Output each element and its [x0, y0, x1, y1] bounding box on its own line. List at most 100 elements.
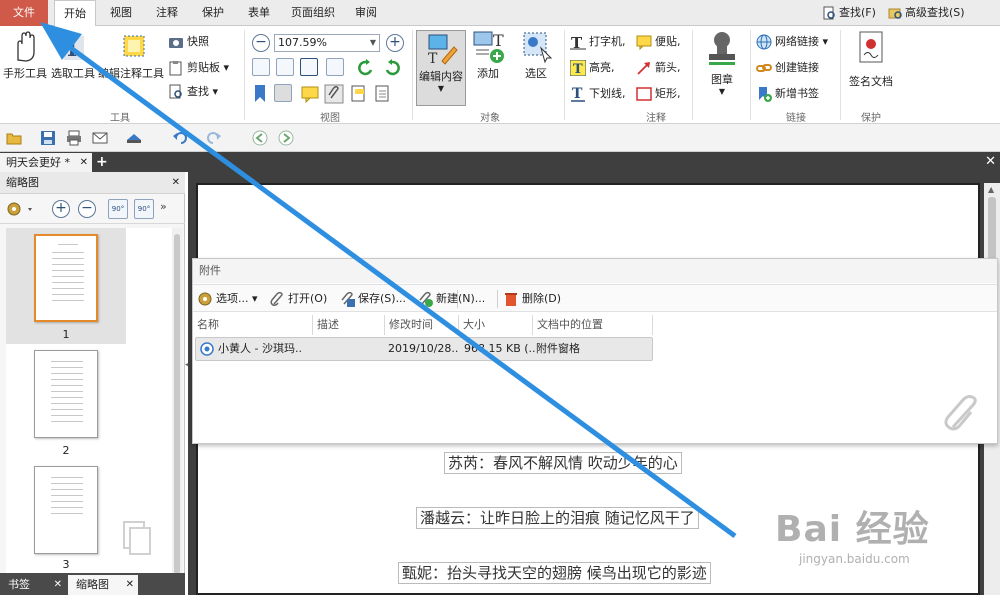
clipboard-button[interactable]: 剪贴板 ▾ [168, 58, 229, 78]
bookmarks-tab[interactable]: 书签 ✕ [0, 575, 66, 595]
page-thumbnail-1[interactable] [34, 234, 98, 322]
tab-home[interactable]: 开始 [54, 0, 96, 27]
advanced-find-button[interactable]: 高级查找(S) [888, 4, 965, 20]
page-thumbnail-2[interactable] [34, 350, 98, 438]
open-folder-icon[interactable] [6, 130, 22, 146]
save-attachment-button[interactable]: 保存(S)... [339, 285, 406, 313]
scrollbar-thumb[interactable] [988, 197, 996, 261]
zoom-in-button[interactable]: + [386, 34, 404, 52]
sticky-note-button[interactable]: 便贴, [636, 32, 681, 52]
rectangle-button[interactable]: 矩形, [636, 84, 681, 104]
pages-panel-button[interactable] [274, 84, 292, 102]
typewriter-label: 打字机 [589, 35, 622, 48]
properties-icon[interactable] [374, 84, 392, 104]
highlight-button[interactable]: T 高亮, [570, 58, 615, 78]
tab-view[interactable]: 视图 [102, 0, 140, 26]
zoom-out-button[interactable]: − [252, 34, 270, 52]
attachment-panel-icon[interactable] [324, 84, 344, 104]
save-icon[interactable] [40, 130, 56, 146]
snapshot-label: 快照 [187, 35, 209, 48]
column-header-size[interactable]: 大小 [459, 315, 533, 335]
tab-form[interactable]: 表单 [238, 0, 280, 26]
hand-tool-button[interactable]: 手形工具 [2, 30, 48, 81]
chain-link-icon [756, 64, 772, 72]
comment-panel-icon[interactable] [300, 84, 320, 104]
document-text-line[interactable]: 苏芮：春风不解风情 吹动少年的心 [444, 452, 682, 474]
forward-icon[interactable] [278, 130, 294, 146]
edit-content-button[interactable]: T 编辑内容 ▼ [416, 30, 466, 106]
new-attachment-button[interactable]: 新建(N)... [417, 285, 485, 313]
clipboard-icon [169, 61, 182, 76]
snapshot-button[interactable]: 快照 [168, 32, 209, 52]
actual-size-button[interactable] [252, 58, 270, 76]
redo-icon[interactable] [206, 130, 222, 146]
text-select-icon: I [64, 36, 84, 62]
doc-tab[interactable]: 明天会更好 * ✕ [0, 153, 92, 172]
add-bookmark-button[interactable]: 新增书签 [756, 84, 819, 104]
tab-comment[interactable]: 注释 [146, 0, 188, 26]
open-button[interactable]: 打开(O) [269, 285, 327, 313]
create-link-button[interactable]: 创建链接 [756, 58, 819, 78]
close-all-icon[interactable]: ✕ [985, 153, 996, 171]
tab-organize[interactable]: 页面组织 [284, 0, 342, 26]
options-button[interactable]: 选项... ▾ [197, 285, 258, 313]
scan-icon[interactable] [126, 130, 142, 146]
rotate-right-icon[interactable] [382, 58, 402, 78]
stamp-button[interactable]: 图章 ▼ [698, 30, 746, 96]
print-icon[interactable] [66, 130, 82, 146]
close-bookmarks-icon[interactable]: ✕ [54, 575, 62, 595]
zoom-select[interactable]: 107.59% ▼ [274, 34, 380, 52]
document-text-line[interactable]: 潘越云：让昨日脸上的泪痕 随记忆风干了 [416, 507, 699, 529]
web-link-button[interactable]: 网络链接 ▾ [756, 32, 828, 52]
underline-button[interactable]: T 下划线, [570, 84, 626, 104]
create-link-label: 创建链接 [775, 61, 819, 74]
close-tab-icon[interactable]: ✕ [80, 153, 88, 172]
find-ribbon-button[interactable]: 查找 ▾ [168, 82, 218, 102]
sign-doc-button[interactable]: 签名文档 [844, 30, 898, 89]
email-icon[interactable] [92, 130, 108, 146]
select-tool-button[interactable]: I 选取工具 [50, 30, 96, 81]
thumbnails-tab[interactable]: 缩略图 ✕ [68, 575, 138, 595]
tab-protect[interactable]: 保护 [192, 0, 234, 26]
scroll-up-icon[interactable]: ▲ [988, 185, 994, 194]
thumbnail-scrollbar[interactable] [172, 228, 182, 574]
rotate-left-thumb-button[interactable]: 90° [108, 199, 128, 219]
undo-icon[interactable] [172, 130, 188, 146]
shrink-thumbnail-button[interactable]: − [78, 200, 96, 218]
svg-text:T: T [573, 62, 583, 76]
fit-visible-button[interactable] [326, 58, 344, 76]
layers-icon[interactable] [350, 84, 368, 104]
find-button[interactable]: 查找(F) [822, 4, 876, 20]
close-thumbnails-icon[interactable]: ✕ [126, 575, 134, 595]
typewriter-button[interactable]: T 打字机, [570, 32, 626, 52]
fit-page-button[interactable] [276, 58, 294, 76]
new-tab-icon[interactable]: + [96, 153, 108, 171]
file-menu-tab[interactable]: 文件 [0, 0, 48, 26]
arrow-button[interactable]: 箭头, [636, 58, 681, 78]
add-button[interactable]: T 添加 [468, 30, 508, 81]
select-area-button[interactable]: 选区 [514, 30, 558, 81]
rotate-right-thumb-button[interactable]: 90° [134, 199, 154, 219]
annot-tool-button[interactable]: 编辑注释工具 [98, 30, 164, 81]
column-header-name[interactable]: 名称 [193, 315, 313, 335]
rectangle-label: 矩形 [655, 87, 677, 100]
attachment-row[interactable]: 小黄人 - 沙琪玛.. 2019/10/28.. 968.15 KB (.. 附… [195, 337, 653, 361]
more-chevron-icon[interactable]: » [160, 200, 167, 213]
open-label: 打开(O) [288, 292, 328, 305]
tab-review[interactable]: 审阅 [346, 0, 386, 26]
close-panel-icon[interactable]: ✕ [172, 172, 180, 194]
svg-text:T: T [428, 51, 438, 65]
rotate-left-icon[interactable] [356, 58, 376, 78]
delete-button[interactable]: 删除(D) [503, 285, 561, 313]
options-gear-icon[interactable] [6, 200, 36, 218]
enlarge-thumbnail-button[interactable]: + [52, 200, 70, 218]
document-text-line[interactable]: 甄妮：抬头寻找天空的翅膀 候鸟出现它的影迹 [398, 562, 711, 584]
column-header-description[interactable]: 描述 [313, 315, 385, 335]
back-icon[interactable] [252, 130, 268, 146]
arrow-icon [637, 62, 650, 75]
column-header-location[interactable]: 文档中的位置 [533, 315, 653, 335]
page-thumbnail-3[interactable] [34, 466, 98, 554]
column-header-modified[interactable]: 修改时间 [385, 315, 459, 335]
bookmark-icon[interactable] [252, 84, 268, 104]
fit-width-button[interactable] [300, 58, 318, 76]
